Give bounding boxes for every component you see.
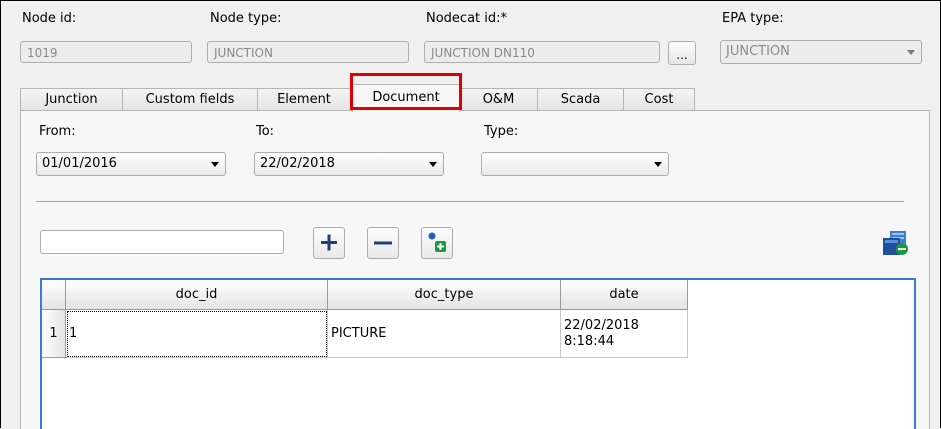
type-label: Type: xyxy=(484,124,519,139)
tab-custom-fields[interactable]: Custom fields xyxy=(122,88,258,111)
divider-highlight xyxy=(36,202,904,203)
nodecat-browse-button[interactable]: ... xyxy=(668,41,696,65)
open-document-button[interactable] xyxy=(880,229,910,257)
new-document-icon xyxy=(428,232,446,252)
date-line-2: 8:18:44 xyxy=(564,333,615,349)
chevron-down-icon xyxy=(901,41,921,63)
doc-type-select[interactable] xyxy=(481,152,669,176)
document-search-input[interactable] xyxy=(40,230,284,254)
documents-table[interactable]: doc_id doc_type date 1 1 PICTURE 22/02/2… xyxy=(40,278,916,429)
from-date-value: 01/01/2016 xyxy=(42,156,117,171)
tab-junction[interactable]: Junction xyxy=(20,88,123,111)
to-date-value: 22/02/2018 xyxy=(260,156,335,171)
add-document-button[interactable] xyxy=(313,227,345,259)
column-header-date[interactable]: date xyxy=(561,280,688,310)
to-label: To: xyxy=(256,124,275,139)
node-id-label: Node id: xyxy=(22,11,77,26)
table-cell-doc-type[interactable]: PICTURE xyxy=(328,310,561,358)
date-line-1: 22/02/2018 xyxy=(564,317,639,333)
chevron-down-icon xyxy=(205,153,225,175)
epa-type-label: EPA type: xyxy=(722,11,784,26)
table-cell-doc-id[interactable]: 1 xyxy=(66,310,328,358)
tab-om[interactable]: O&M xyxy=(459,88,538,111)
tab-cost[interactable]: Cost xyxy=(623,88,695,111)
minus-icon xyxy=(374,241,392,245)
from-label: From: xyxy=(39,124,76,139)
column-header-doc-type[interactable]: doc_type xyxy=(328,280,561,310)
epa-type-value: JUNCTION xyxy=(726,44,790,59)
node-type-label: Node type: xyxy=(210,11,282,26)
tab-scada[interactable]: Scada xyxy=(537,88,624,111)
node-type-field[interactable]: JUNCTION xyxy=(207,41,409,63)
row-header[interactable]: 1 xyxy=(42,310,66,358)
table-corner xyxy=(42,280,66,310)
plus-icon xyxy=(321,234,337,251)
table-cell-date[interactable]: 22/02/2018 8:18:44 xyxy=(561,310,688,358)
tab-highlight-box xyxy=(350,73,462,110)
chevron-down-icon xyxy=(423,153,443,175)
doc-type-cell-value: PICTURE xyxy=(331,326,387,341)
from-date-select[interactable]: 01/01/2016 xyxy=(36,152,226,176)
epa-type-select[interactable]: JUNCTION xyxy=(720,40,922,64)
remove-document-button[interactable] xyxy=(367,227,399,259)
to-date-select[interactable]: 22/02/2018 xyxy=(254,152,444,176)
open-document-icon xyxy=(883,231,908,255)
chevron-down-icon xyxy=(648,153,668,175)
node-id-field[interactable]: 1019 xyxy=(20,41,192,63)
doc-id-value: 1 xyxy=(69,326,78,341)
nodecat-id-label: Nodecat id:* xyxy=(426,11,508,26)
column-header-doc-id[interactable]: doc_id xyxy=(66,280,328,310)
new-document-button[interactable] xyxy=(421,227,453,259)
tab-element[interactable]: Element xyxy=(257,88,351,111)
nodecat-id-field[interactable]: JUNCTION DN110 xyxy=(424,41,660,63)
